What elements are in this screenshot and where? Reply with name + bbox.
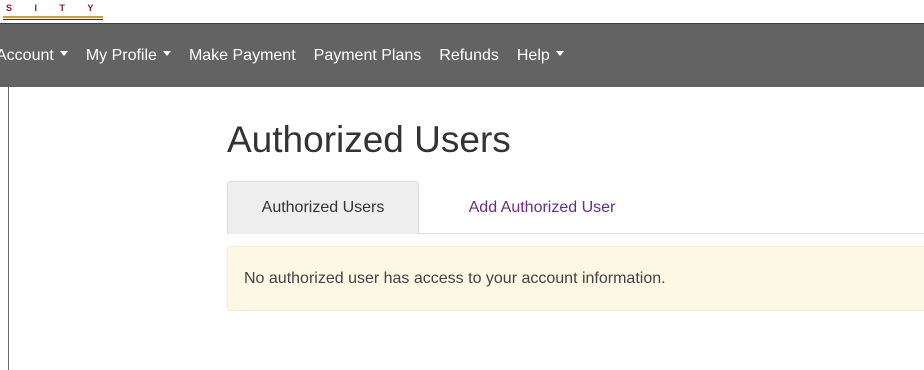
tab-add-authorized-user-label: Add Authorized User — [468, 198, 616, 216]
caret-down-icon — [555, 51, 564, 56]
nav-payment-plans-link[interactable]: Payment Plans — [314, 24, 422, 87]
nav-make-payment-link[interactable]: Make Payment — [189, 24, 296, 87]
tab-bar: Authorized Users Add Authorized User — [227, 181, 924, 234]
university-logo[interactable]: S I T Y — [6, 3, 103, 13]
logo-banner: S I T Y — [0, 0, 924, 22]
main-navbar: Account My Profile Make Payment Payment … — [0, 23, 924, 87]
logo-maroon-line — [3, 19, 103, 20]
nav-refunds-label: Refunds — [439, 46, 499, 64]
tab-authorized-users[interactable]: Authorized Users — [227, 181, 419, 234]
alert-message: No authorized user has access to your ac… — [244, 269, 666, 287]
no-users-alert: No authorized user has access to your ac… — [227, 246, 924, 311]
nav-my-profile-label: My Profile — [85, 46, 157, 64]
caret-down-icon — [162, 51, 171, 56]
nav-payment-plans-label: Payment Plans — [313, 46, 422, 64]
nav-help-menu[interactable]: Help — [517, 24, 564, 87]
nav-refunds-link[interactable]: Refunds — [439, 24, 499, 87]
tab-authorized-users-label: Authorized Users — [261, 199, 385, 216]
page-title: Authorized Users — [227, 119, 511, 160]
nav-my-profile-menu[interactable]: My Profile — [86, 24, 171, 87]
page-left-border — [8, 87, 9, 370]
tab-add-authorized-user[interactable]: Add Authorized User — [439, 181, 645, 234]
page: S I T Y Account My Profile Make Payment … — [0, 0, 924, 370]
nav-account-menu[interactable]: Account — [0, 24, 68, 87]
caret-down-icon — [59, 51, 68, 56]
nav-account-label: Account — [0, 46, 54, 64]
logo-gold-line — [3, 16, 103, 18]
nav-make-payment-label: Make Payment — [188, 46, 296, 64]
nav-help-label: Help — [516, 46, 550, 64]
